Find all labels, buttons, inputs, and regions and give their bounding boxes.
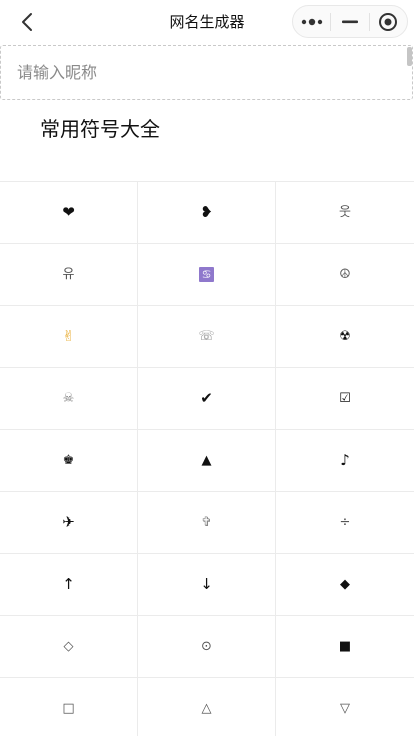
minimize-button[interactable] xyxy=(331,6,368,37)
symbol: ♋ xyxy=(199,267,214,282)
section-title: 常用符号大全 xyxy=(40,117,160,141)
symbol: ❤ xyxy=(62,203,75,221)
symbol: △ xyxy=(201,701,212,716)
more-dots-icon xyxy=(301,18,322,25)
symbol: ↓ xyxy=(200,575,213,593)
symbol-cell[interactable]: ◇ xyxy=(0,616,138,678)
symbol: ÷ xyxy=(339,515,351,530)
symbol-cell[interactable]: ☠ xyxy=(0,368,138,430)
more-button[interactable] xyxy=(293,6,330,37)
close-button[interactable] xyxy=(370,6,407,37)
symbol-cell[interactable]: ↓ xyxy=(138,554,276,616)
symbol-cell[interactable]: ▲ xyxy=(138,430,276,492)
symbol-cell[interactable]: ↑ xyxy=(0,554,138,616)
symbol-cell[interactable]: ❤ xyxy=(0,182,138,244)
symbol-cell[interactable]: ✈ xyxy=(0,492,138,554)
symbol: ↑ xyxy=(62,575,75,593)
page-content: 常用符号大全 ❤ ❥ 웃 유 ♋ ☮ ✌ ☏ ☢ ☠ ✔ ☑ ♚ ▲ ♪ ✈ ✞… xyxy=(0,44,414,736)
close-target-icon xyxy=(379,12,398,31)
symbol: ❥ xyxy=(200,203,213,221)
symbol-cell[interactable]: ♋ xyxy=(138,244,276,306)
symbol: ✞ xyxy=(201,515,212,530)
symbol: ✈ xyxy=(62,513,75,531)
symbol: ✌ xyxy=(62,327,75,345)
symbol-cell[interactable]: ❥ xyxy=(138,182,276,244)
symbol: ▽ xyxy=(340,701,350,716)
symbol: ▲ xyxy=(201,453,212,468)
symbol-cell[interactable]: ÷ xyxy=(276,492,414,554)
navigation-bar: 网名生成器 xyxy=(0,0,414,44)
symbol-cell[interactable]: ☑ xyxy=(276,368,414,430)
scrollbar[interactable] xyxy=(407,47,412,66)
symbol-cell[interactable]: ☢ xyxy=(276,306,414,368)
symbol-cell[interactable]: ☏ xyxy=(138,306,276,368)
symbol-cell[interactable]: ✌ xyxy=(0,306,138,368)
symbol: ♚ xyxy=(62,453,75,468)
symbol-cell[interactable]: ◆ xyxy=(276,554,414,616)
symbol-cell[interactable]: ▽ xyxy=(276,678,414,736)
symbol-cell[interactable]: ♚ xyxy=(0,430,138,492)
minimize-icon xyxy=(341,20,358,23)
symbol: ✔ xyxy=(200,389,213,407)
symbol-cell[interactable]: ⊙ xyxy=(138,616,276,678)
symbol-cell[interactable]: ☮ xyxy=(276,244,414,306)
symbol: □ xyxy=(62,701,75,716)
nickname-input[interactable] xyxy=(0,45,413,100)
symbol-cell[interactable]: △ xyxy=(138,678,276,736)
mini-program-capsule xyxy=(292,5,408,38)
symbol-cell[interactable]: ♪ xyxy=(276,430,414,492)
symbol-cell[interactable]: □ xyxy=(0,678,138,736)
symbol: ☠ xyxy=(62,391,75,406)
symbol: ♪ xyxy=(340,451,350,469)
symbol-cell[interactable]: 유 xyxy=(0,244,138,306)
symbol-cell[interactable]: ■ xyxy=(276,616,414,678)
symbol-grid: ❤ ❥ 웃 유 ♋ ☮ ✌ ☏ ☢ ☠ ✔ ☑ ♚ ▲ ♪ ✈ ✞ ÷ ↑ ↓ … xyxy=(0,181,414,736)
symbol-cell[interactable]: ✔ xyxy=(138,368,276,430)
symbol: ☢ xyxy=(339,329,351,344)
symbol: 웃 xyxy=(339,205,351,220)
symbol-cell[interactable]: 웃 xyxy=(276,182,414,244)
symbol: ☮ xyxy=(339,267,351,282)
symbol: ☑ xyxy=(339,391,351,406)
symbol: ◆ xyxy=(340,577,350,592)
symbol: ■ xyxy=(338,639,352,654)
symbol: ⊙ xyxy=(201,639,212,654)
symbol-cell[interactable]: ✞ xyxy=(138,492,276,554)
symbol: ◇ xyxy=(63,639,74,654)
symbol: ☏ xyxy=(198,329,215,344)
symbol: 유 xyxy=(62,267,75,282)
